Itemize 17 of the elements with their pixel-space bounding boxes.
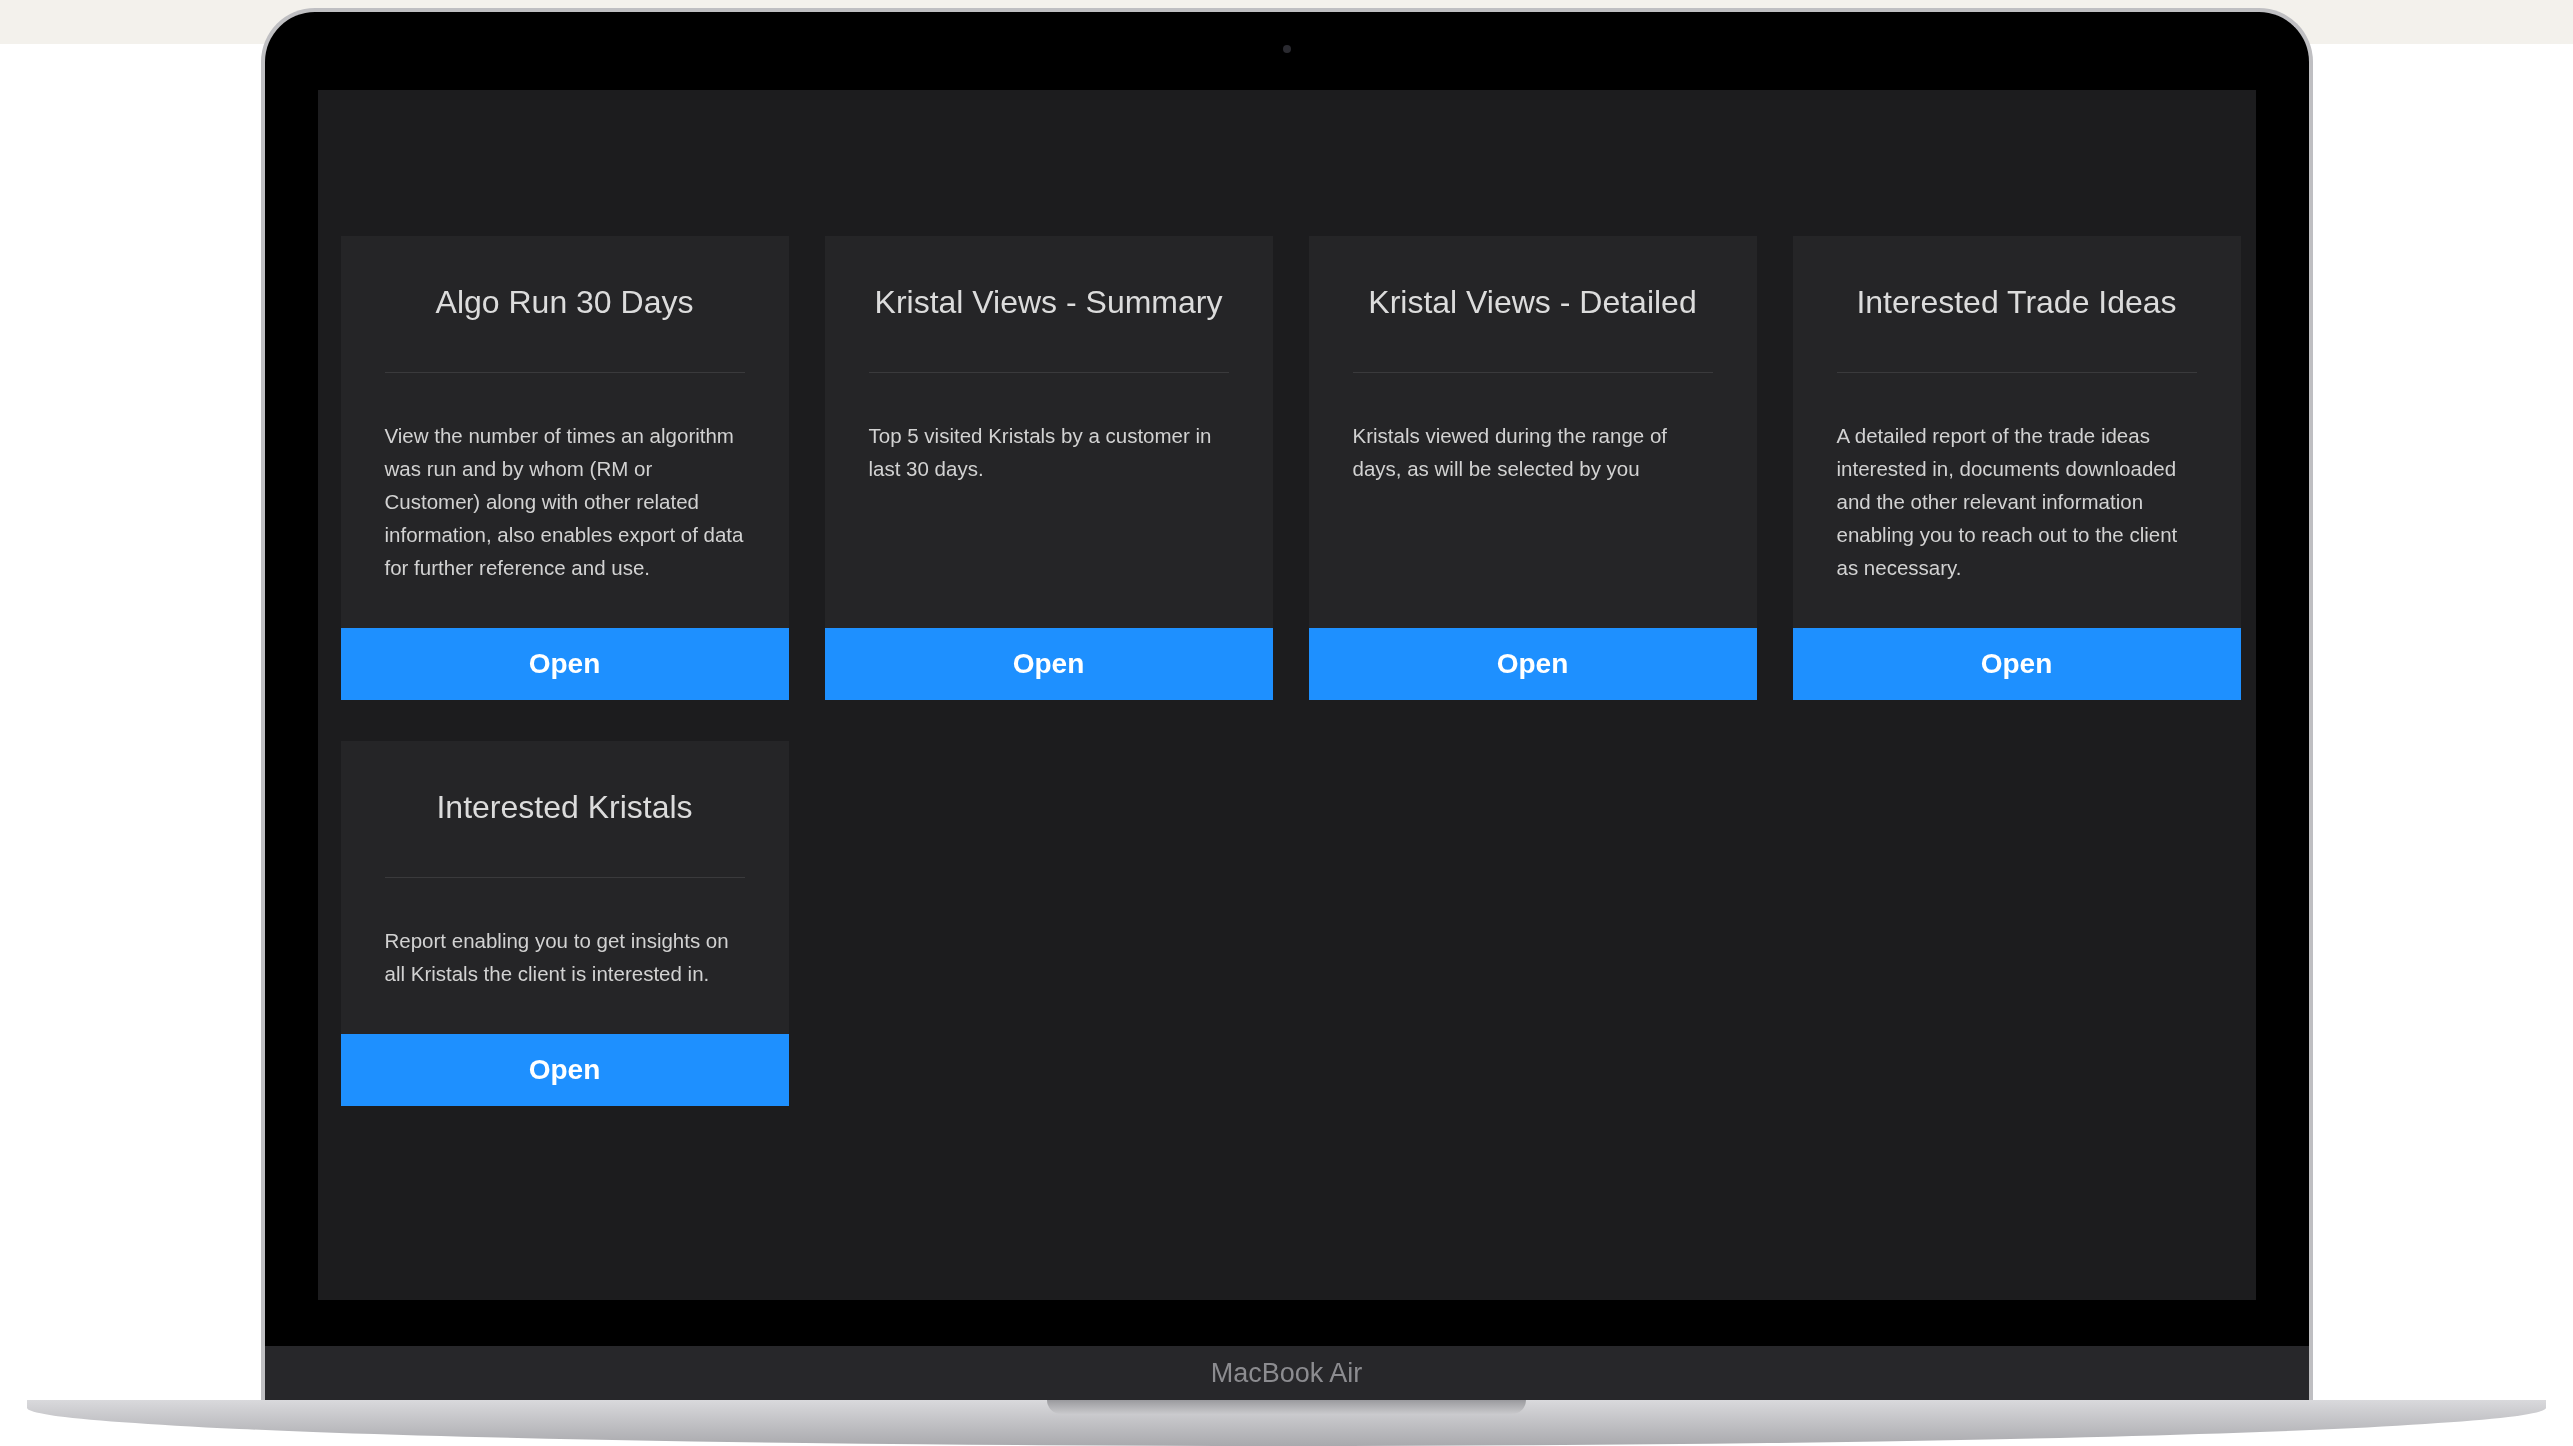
card-title: Kristal Views - Summary xyxy=(873,283,1224,322)
open-button[interactable]: Open xyxy=(824,628,1273,700)
open-button[interactable]: Open xyxy=(1792,628,2241,700)
card-description: Report enabling you to get insights on all Kristals the client is interested in. xyxy=(383,928,730,987)
card-title: Interested Trade Ideas xyxy=(1855,283,2178,322)
card-description: Top 5 visited Kristals by a customer in last 30 days. xyxy=(867,423,1213,482)
card-description: View the number of times an algorithm was run and by whom (RM or Customer) along with other related information, also enables export of data for further reference and use. xyxy=(383,423,745,581)
open-button[interactable]: Open xyxy=(340,628,789,700)
card-title: Interested Kristals xyxy=(435,788,694,827)
card-title: Kristal Views - Detailed xyxy=(1367,283,1698,322)
device-label: MacBook Air xyxy=(1210,1357,1363,1389)
open-button[interactable]: Open xyxy=(340,1034,789,1106)
card-description: A detailed report of the trade ideas interested in, documents downloaded and the other relevant information enabling you to reach out to the client as necessary. xyxy=(1835,423,2179,581)
card-description: Kristals viewed during the range of days, as will be selected by you xyxy=(1351,423,1668,482)
open-button[interactable]: Open xyxy=(1308,628,1757,700)
card-title: Algo Run 30 Days xyxy=(434,283,695,322)
camera-icon xyxy=(1282,45,1291,53)
